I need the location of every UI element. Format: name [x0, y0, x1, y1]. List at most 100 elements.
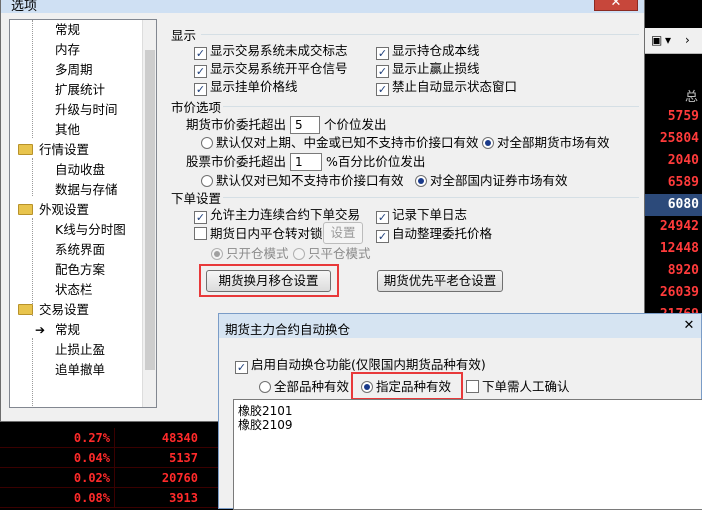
tree-item[interactable]: 多周期	[55, 60, 93, 80]
enable-auto-rollover-checkbox[interactable]: ✓ 启用自动换仓功能(仅限国内期货品种有效)	[235, 356, 486, 374]
tree-item[interactable]: 扩展统计	[55, 80, 105, 100]
tree-item[interactable]: 内存	[55, 40, 80, 60]
tree-item-label: 止损止盈	[55, 342, 106, 357]
close-icon[interactable]: ✕	[679, 318, 699, 334]
tree-item[interactable]: 止损止盈	[55, 340, 105, 360]
tree-item[interactable]: 行情设置	[18, 140, 89, 160]
stock-radio-all[interactable]: 对全部国内证券市场有效	[415, 172, 568, 189]
quote-cell: 24942	[659, 219, 699, 234]
tree-item-label: 其他	[55, 122, 81, 137]
checkbox-icon	[194, 227, 207, 240]
option-log-order[interactable]: ✓ 记录下单日志	[376, 206, 467, 224]
quote-cell: 12448	[659, 241, 699, 256]
stock-radio-default[interactable]: 默认仅对已知不支持市价接口有效	[201, 172, 404, 189]
mode-open-only-radio[interactable]: 只开仓模式	[211, 245, 289, 262]
futures-radio-all[interactable]: 对全部期货市场有效	[482, 134, 610, 151]
contract-item: 橡胶2109	[238, 418, 293, 432]
quote-cell: 5759	[667, 109, 699, 124]
tree-item[interactable]: 状态栏	[55, 280, 93, 300]
option-show-open-close-signal[interactable]: ✓ 显示交易系统开平仓信号	[194, 60, 348, 78]
tree-item-label: 行情设置	[39, 142, 90, 157]
option-show-unfilled-mark[interactable]: ✓ 显示交易系统未成交标志	[194, 42, 348, 60]
column-header-total: 总	[684, 90, 698, 105]
futures-radio-default[interactable]: 默认仅对上期、中金或已知不支持市价接口有效	[201, 134, 479, 151]
tree-item-label: 扩展统计	[55, 82, 106, 97]
save-icon[interactable]: ▣	[651, 33, 662, 47]
folder-icon	[18, 144, 33, 155]
futures-market-row: 期货市价委托超出 5 个价位发出	[186, 116, 387, 134]
radio-icon	[201, 175, 213, 187]
lock-settings-button[interactable]: 设置	[323, 222, 363, 244]
tree-item-label: 常规	[55, 22, 81, 37]
close-window-button[interactable]: ✕	[594, 0, 638, 11]
option-show-cost-line[interactable]: ✓ 显示持仓成本线	[376, 42, 480, 60]
folder-icon	[18, 304, 33, 315]
quote-cell: 8920	[667, 263, 699, 278]
radio-icon	[293, 248, 305, 260]
more-icon[interactable]: ›	[685, 33, 690, 47]
tree-item[interactable]: 升级与时间	[55, 100, 118, 120]
checkbox-icon: ✓	[376, 47, 389, 60]
quote-cell: 26039	[659, 285, 699, 300]
folder-icon	[18, 204, 33, 215]
tree-scrollbar-thumb[interactable]	[145, 50, 155, 370]
tree-item-label: 追单撤单	[55, 362, 106, 377]
tree-item[interactable]: 外观设置	[18, 200, 89, 220]
change-percent: 0.04%	[0, 448, 115, 468]
option-auto-arrange-price[interactable]: ✓ 自动整理委托价格	[376, 225, 492, 243]
highlight-specified-radio	[351, 372, 463, 400]
option-show-order-price-line[interactable]: ✓ 显示挂单价格线	[194, 78, 298, 96]
change-percent: 0.08%	[0, 488, 115, 508]
tree-scrollbar[interactable]	[142, 20, 156, 407]
manual-confirm-checkbox[interactable]: 下单需人工确认	[466, 378, 570, 395]
option-show-stop-line[interactable]: ✓ 显示止赢止损线	[376, 60, 480, 78]
highlight-rollover-button	[199, 264, 339, 297]
tree-item[interactable]: 配色方案	[55, 260, 105, 280]
checkbox-icon: ✓	[194, 211, 207, 224]
checkbox-icon: ✓	[376, 230, 389, 243]
checkbox-icon	[466, 380, 479, 393]
tree-item[interactable]: 自动收盘	[55, 160, 105, 180]
option-disable-status-window[interactable]: ✓ 禁止自动显示状态窗口	[376, 78, 517, 96]
checkbox-icon: ✓	[194, 65, 207, 78]
tree-item-label: 外观设置	[39, 202, 90, 217]
checkbox-icon: ✓	[376, 83, 389, 96]
radio-all-varieties[interactable]: 全部品种有效	[259, 378, 349, 395]
contract-item: 橡胶2101	[238, 404, 293, 418]
tree-item-label: 多周期	[55, 62, 93, 77]
tree-item[interactable]: ➔ 常规	[35, 320, 81, 340]
quote-cell: 6589	[667, 175, 699, 190]
tree-item-label: K线与分时图	[55, 222, 126, 237]
tree-item[interactable]: 常规	[55, 20, 80, 40]
tree-item-label: 配色方案	[55, 262, 106, 277]
radio-icon	[482, 137, 494, 149]
tree-item-label: 自动收盘	[55, 162, 106, 177]
stock-market-row: 股票市价委托超出 1 %百分比价位发出	[186, 153, 426, 171]
background-toolbar: ▣ ▾ ›	[645, 28, 702, 54]
radio-icon	[259, 381, 271, 393]
checkbox-icon: ✓	[235, 361, 248, 374]
tree-item[interactable]: 追单撤单	[55, 360, 105, 380]
price-section-title: 市价选项	[171, 100, 222, 115]
mode-close-only-radio[interactable]: 只平仓模式	[293, 245, 371, 262]
checkbox-icon: ✓	[194, 47, 207, 60]
tree-item[interactable]: 数据与存储	[55, 180, 118, 200]
display-section-title: 显示	[171, 28, 197, 43]
dropdown-icon[interactable]: ▾	[665, 33, 671, 47]
tree-item[interactable]: K线与分时图	[55, 220, 126, 240]
tree-item[interactable]: 系统界面	[55, 240, 105, 260]
futures-ticks-input[interactable]: 5	[290, 116, 320, 134]
option-intraday-close-lock[interactable]: 期货日内平仓转对锁	[194, 225, 323, 242]
tree-item[interactable]: 交易设置	[18, 300, 89, 320]
volume-value: 3913	[169, 491, 198, 505]
stock-percent-input[interactable]: 1	[290, 153, 322, 171]
table-row: 0.04% 5137	[0, 448, 230, 468]
tree-item[interactable]: 其他	[55, 120, 80, 140]
change-percent: 0.27%	[0, 428, 115, 448]
radio-icon	[415, 175, 427, 187]
option-allow-main-contract[interactable]: ✓ 允许主力连续合约下单交易	[194, 206, 360, 224]
tree-item-label: 常规	[55, 322, 81, 337]
contract-list[interactable]: 橡胶2101 橡胶2109	[233, 399, 702, 510]
close-old-position-settings-button[interactable]: 期货优先平老仓设置	[377, 270, 503, 292]
tree-item-label: 升级与时间	[55, 102, 118, 117]
